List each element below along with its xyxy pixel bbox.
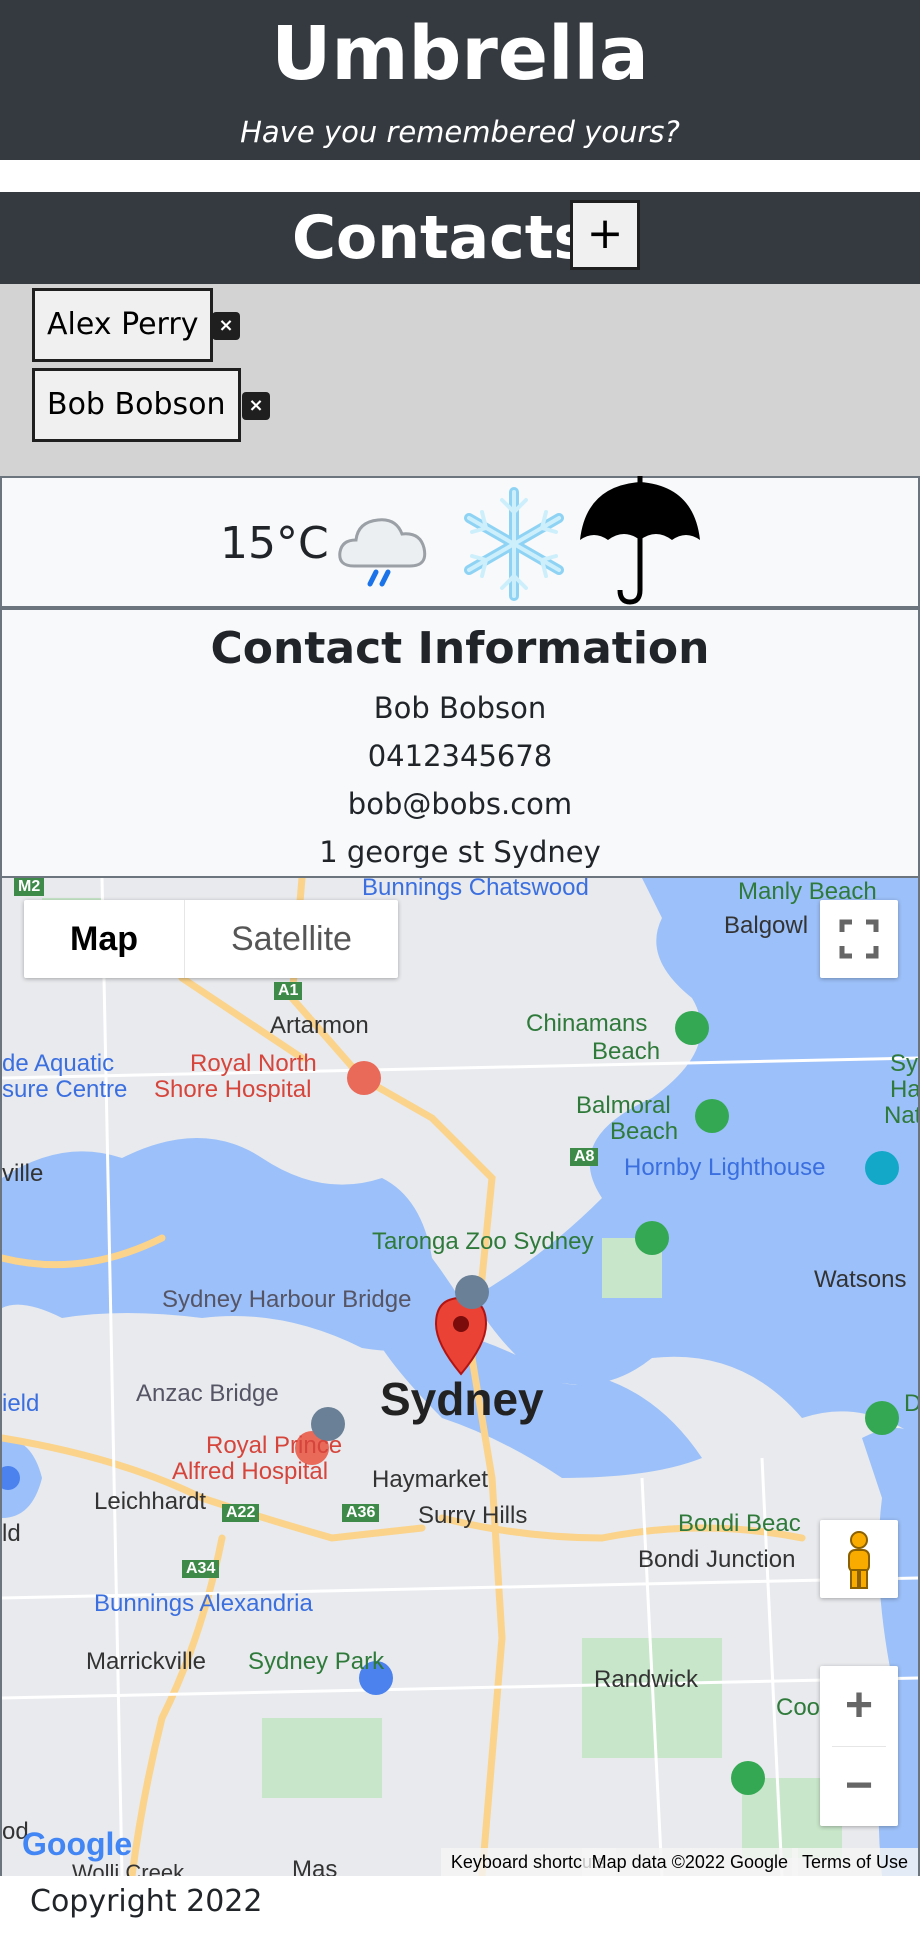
map-label: sure Centre: [2, 1076, 128, 1103]
map-label: Sydney Harbour Bridge: [162, 1286, 412, 1313]
map-label: Sydney: [380, 1373, 544, 1425]
map-label: Surry Hills: [418, 1502, 528, 1529]
fullscreen-button[interactable]: [820, 900, 898, 978]
map-label: Artarmon: [270, 1012, 369, 1039]
google-map[interactable]: Map Satellite + − M2 Bunnings Chatswood …: [0, 878, 920, 1876]
map-type-map-button[interactable]: Map: [24, 900, 184, 978]
zoom-control: + −: [820, 1666, 898, 1826]
map-data-attribution: Map data ©2022 Google: [581, 1848, 798, 1876]
umbrella-icon: [580, 476, 700, 605]
map-label: Natio: [884, 1102, 918, 1129]
map-label: Beach: [592, 1038, 661, 1065]
app-title: Umbrella: [271, 11, 649, 97]
terms-of-use-link[interactable]: Terms of Use: [791, 1848, 918, 1876]
map-label: A1: [274, 982, 303, 1000]
map-label: A34: [182, 1560, 220, 1578]
map-label: ville: [2, 1160, 44, 1187]
fullscreen-icon: [839, 919, 879, 959]
contact-address: 1 george st Sydney: [319, 835, 601, 869]
map-label: M2: [14, 878, 45, 896]
map-label: Bondi Junction: [638, 1546, 796, 1573]
map-label: Coo: [776, 1694, 821, 1721]
map-label: ield: [2, 1390, 40, 1417]
map-label: Bunnings Alexandria: [94, 1590, 313, 1617]
contact-phone: 0412345678: [367, 739, 553, 773]
pegman-icon: [848, 1531, 870, 1589]
contact-item-alex-perry[interactable]: Alex Perry: [32, 288, 214, 362]
contacts-list: Alex Perry × Bob Bobson ×: [0, 284, 920, 476]
map-label: Marrickville: [86, 1648, 206, 1675]
map-label: Chinamans: [526, 1010, 648, 1037]
map-label: Ha: [890, 1076, 920, 1103]
add-contact-button[interactable]: +: [570, 200, 640, 270]
map-label: Royal North: [190, 1050, 317, 1077]
map-label: Bondi Beac: [678, 1510, 801, 1537]
map-label: A36: [342, 1504, 380, 1522]
footer-copyright: Copyright 2022: [30, 1884, 263, 1919]
map-label: Shore Hospital: [154, 1076, 312, 1103]
zoom-out-button[interactable]: −: [820, 1746, 898, 1826]
weather-panel: 15°C: [0, 476, 920, 608]
app-header: Umbrella Have you remembered yours?: [0, 0, 920, 160]
app-subtitle: Have you remembered yours?: [240, 115, 680, 149]
contact-info-panel: Contact Information Bob Bobson 041234567…: [0, 608, 920, 878]
map-type-control: Map Satellite: [24, 900, 398, 978]
contact-item-bob-bobson[interactable]: Bob Bobson: [32, 368, 241, 442]
map-label: Anzac Bridge: [136, 1380, 279, 1407]
zoom-in-button[interactable]: +: [820, 1666, 898, 1746]
contacts-header: Contacts +: [0, 192, 920, 284]
map-label: Randwick: [594, 1666, 699, 1693]
contact-email: bob@bobs.com: [347, 787, 573, 821]
contact-name: Bob Bobson: [373, 691, 547, 725]
remove-contact-bob-bobson[interactable]: ×: [242, 392, 270, 420]
street-view-pegman-button[interactable]: [820, 1520, 898, 1598]
map-label: Watsons: [814, 1266, 907, 1293]
map-label: Royal Prince: [206, 1432, 343, 1459]
map-label: Balmoral: [576, 1092, 671, 1119]
map-label: Sy: [890, 1050, 919, 1077]
map-type-satellite-button[interactable]: Satellite: [184, 900, 398, 978]
map-label: ld: [2, 1520, 21, 1547]
map-label: Alfred Hospital: [172, 1458, 329, 1485]
map-label: Beach: [610, 1118, 679, 1145]
map-label: Balgowl: [724, 912, 809, 939]
temperature-readout: 15°C: [220, 518, 329, 569]
map-label: de Aquatic: [2, 1050, 115, 1077]
map-label: Hornby Lighthouse: [624, 1154, 826, 1181]
remove-contact-alex-perry[interactable]: ×: [212, 312, 240, 340]
map-label: Sydney Park: [248, 1648, 385, 1675]
map-label: Manly Beach: [738, 878, 877, 905]
map-label: A22: [222, 1504, 260, 1522]
map-label: D: [904, 1390, 920, 1417]
map-label: Mas: [292, 1856, 338, 1876]
google-logo[interactable]: Google: [22, 1826, 132, 1863]
snowflake-icon: [464, 487, 564, 601]
contacts-heading: Contacts: [292, 203, 590, 273]
map-label: A8: [570, 1148, 599, 1166]
map-label: Leichhardt: [94, 1488, 207, 1515]
map-label: Taronga Zoo Sydney: [372, 1228, 594, 1255]
map-label: Haymarket: [372, 1466, 489, 1493]
contact-info-title: Contact Information: [210, 623, 710, 674]
rain-cloud-icon: [338, 518, 427, 587]
map-label: Bunnings Chatswood: [362, 878, 589, 901]
